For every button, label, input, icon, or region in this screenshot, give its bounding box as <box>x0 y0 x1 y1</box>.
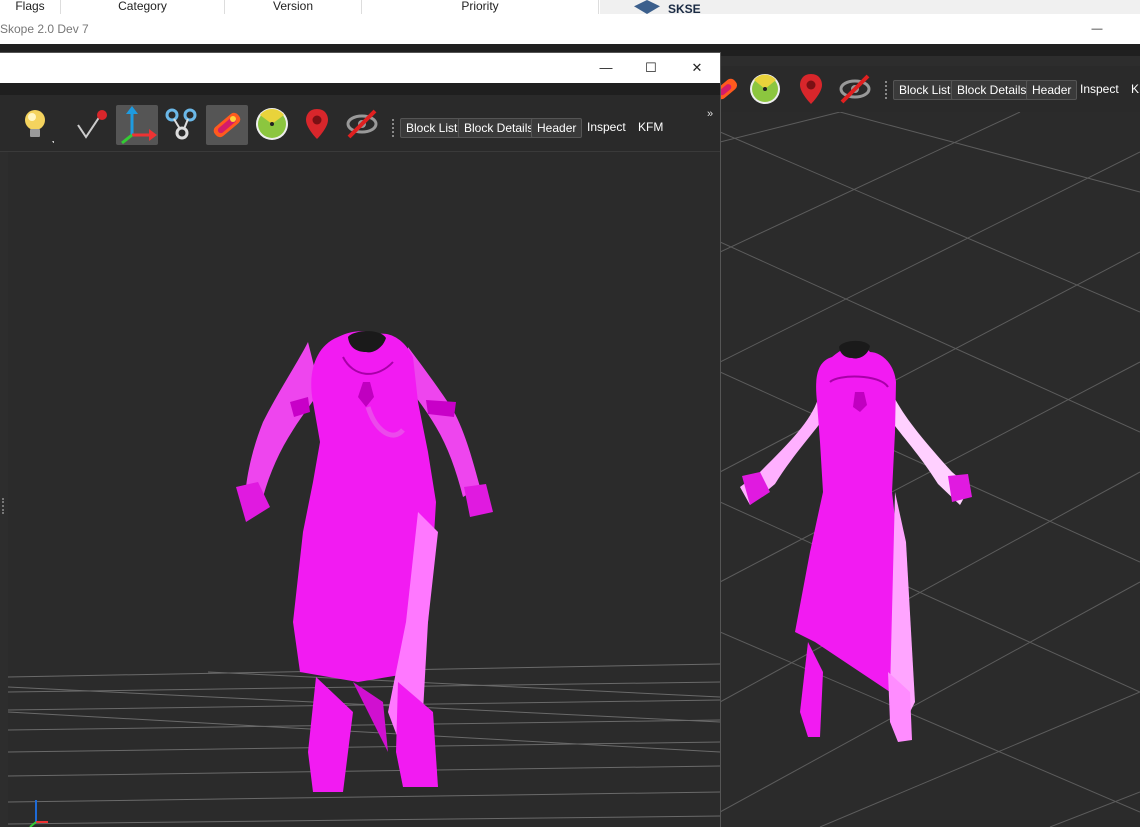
block-list-button[interactable]: Block List <box>400 118 464 138</box>
skse-entry[interactable]: SKSE <box>628 0 1140 16</box>
column-category[interactable]: Category <box>61 0 225 14</box>
column-version[interactable]: Version <box>225 0 362 14</box>
back-header-button[interactable]: Header <box>1026 80 1078 100</box>
back-block-list-button[interactable]: Block List <box>893 80 957 100</box>
toolbar-grip[interactable] <box>885 81 891 99</box>
back-inspect-button[interactable]: Inspect <box>1080 80 1119 100</box>
lightbulb-icon[interactable] <box>16 105 54 143</box>
back-minimize-button[interactable]: — <box>1074 14 1120 44</box>
gradient-brush-icon[interactable] <box>720 70 740 108</box>
front-window-titlebar[interactable]: — ☐ ✕ <box>0 53 720 83</box>
axes-transform-icon[interactable] <box>116 105 158 145</box>
front-maximize-button[interactable]: ☐ <box>628 53 674 83</box>
block-details-button[interactable]: Block Details <box>458 118 540 138</box>
radar-icon[interactable] <box>253 105 291 143</box>
kfm-button[interactable]: KFM <box>638 118 663 138</box>
location-pin-icon[interactable] <box>792 70 830 108</box>
front-window: — ☐ ✕ Block List Block Details Header In… <box>0 53 720 827</box>
front-scene <box>8 331 720 827</box>
location-pin-icon[interactable] <box>298 105 336 143</box>
column-priority[interactable]: Priority <box>362 0 599 14</box>
back-scene <box>720 112 1140 827</box>
back-window-toolbar: Block List Block Details Header Inspect … <box>720 66 1140 112</box>
front-grid <box>8 663 720 825</box>
toolbar-grip[interactable] <box>392 119 398 137</box>
back-3d-viewport[interactable] <box>720 112 1140 827</box>
skse-logo-icon <box>634 0 660 14</box>
front-close-button[interactable]: ✕ <box>674 53 720 83</box>
back-dress-model <box>740 340 972 742</box>
front-3d-viewport[interactable] <box>8 152 720 827</box>
vertex-pin-icon[interactable] <box>72 105 110 143</box>
back-window-titlebar[interactable]: Skope 2.0 Dev 7 — <box>0 14 1140 44</box>
back-block-details-button[interactable]: Block Details <box>951 80 1033 100</box>
gradient-brush-icon[interactable] <box>206 105 248 145</box>
nodes-link-icon[interactable] <box>162 105 200 143</box>
radar-icon[interactable] <box>746 70 784 108</box>
front-minimize-button[interactable]: — <box>583 53 629 83</box>
front-dress-model <box>236 331 493 792</box>
hidden-eye-icon[interactable] <box>343 105 381 143</box>
toolbar-overflow-button[interactable]: » <box>707 108 713 120</box>
front-window-toolbar: Block List Block Details Header Inspect … <box>0 95 720 152</box>
axis-gizmo <box>29 800 48 827</box>
hidden-eye-icon[interactable] <box>836 70 874 108</box>
back-window-title: Skope 2.0 Dev 7 <box>0 22 89 36</box>
inspect-button[interactable]: Inspect <box>587 118 626 138</box>
back-kf-button[interactable]: KF <box>1131 80 1140 100</box>
column-flags[interactable]: Flags <box>0 0 61 14</box>
front-window-menubar <box>0 83 720 95</box>
header-button[interactable]: Header <box>531 118 583 138</box>
